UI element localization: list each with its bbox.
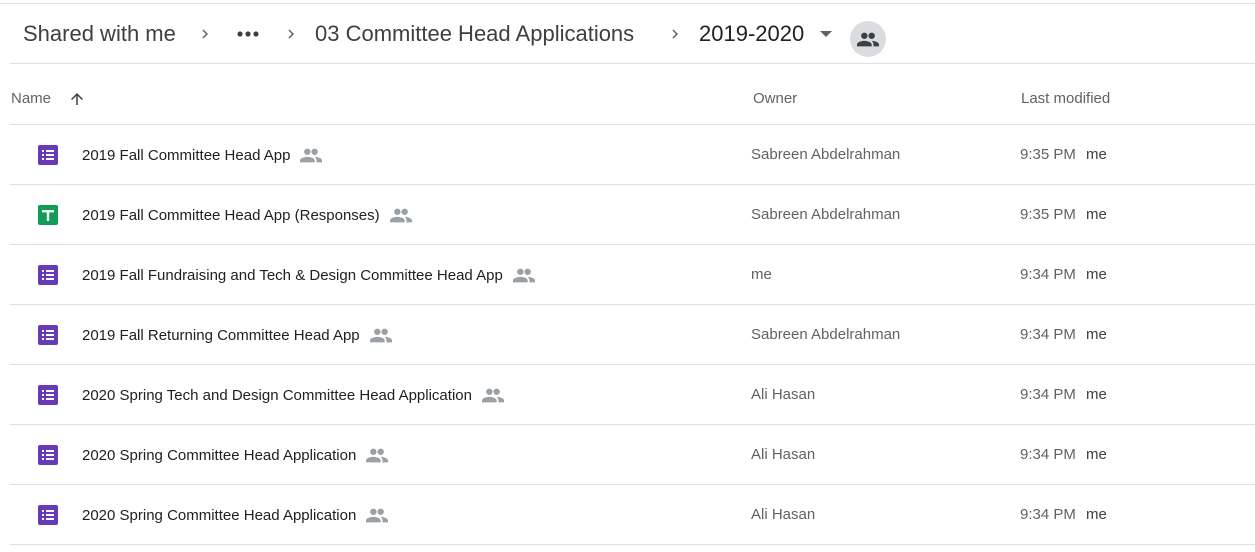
chevron-right-icon	[202, 29, 208, 39]
file-name-cell: 2019 Fall Committee Head App (Responses)	[82, 185, 412, 245]
file-last-modified: 9:34 PM	[1020, 326, 1076, 343]
file-modified-by: me	[1086, 206, 1107, 223]
file-owner: Sabreen Abdelrahman	[751, 146, 901, 163]
file-owner: me	[751, 266, 772, 283]
table-row[interactable]: 2020 Spring Committee Head Application A…	[10, 485, 1255, 545]
file-name-cell: 2020 Spring Committee Head Application	[82, 425, 389, 485]
file-name[interactable]: 2020 Spring Committee Head Application	[82, 447, 356, 464]
file-list: 2019 Fall Committee Head App Sabreen Abd…	[10, 125, 1255, 545]
file-owner: Sabreen Abdelrahman	[751, 326, 901, 343]
file-last-modified: 9:35 PM	[1020, 206, 1076, 223]
file-modified-by: me	[1086, 446, 1107, 463]
table-row[interactable]: 2020 Spring Committee Head Application A…	[10, 425, 1255, 485]
table-row[interactable]: 2019 Fall Returning Committee Head App S…	[10, 305, 1255, 365]
file-owner: Ali Hasan	[751, 506, 816, 523]
file-modified-by: me	[1086, 266, 1107, 283]
google-forms-icon	[38, 385, 58, 405]
file-name-cell: 2020 Spring Tech and Design Committee He…	[82, 365, 504, 425]
shared-folder-icon[interactable]	[850, 21, 886, 57]
breadcrumb: Shared with me 03 Committee Head Applica…	[0, 4, 1255, 64]
file-name[interactable]: 2020 Spring Tech and Design Committee He…	[82, 387, 472, 404]
chevron-right-icon	[672, 29, 678, 39]
file-name[interactable]: 2019 Fall Committee Head App (Responses)	[82, 207, 380, 224]
more-horiz-icon[interactable]	[235, 24, 261, 44]
arrow-upward-icon[interactable]	[68, 90, 86, 108]
file-last-modified: 9:34 PM	[1020, 506, 1076, 523]
file-owner: Sabreen Abdelrahman	[751, 206, 901, 223]
file-name-cell: 2019 Fall Fundraising and Tech & Design …	[82, 245, 535, 305]
google-forms-icon	[38, 145, 58, 165]
file-name[interactable]: 2019 Fall Returning Committee Head App	[82, 327, 360, 344]
file-name-cell: 2019 Fall Committee Head App	[82, 125, 323, 185]
breadcrumb-current-folder[interactable]: 2019-2020	[699, 4, 804, 64]
people-icon	[366, 448, 389, 463]
file-name[interactable]: 2019 Fall Committee Head App	[82, 147, 290, 164]
table-row[interactable]: 2019 Fall Fundraising and Tech & Design …	[10, 245, 1255, 305]
google-sheets-icon	[38, 205, 58, 225]
file-modified-by: me	[1086, 146, 1107, 163]
people-icon	[366, 508, 389, 523]
table-row[interactable]: 2020 Spring Tech and Design Committee He…	[10, 365, 1255, 425]
file-last-modified: 9:34 PM	[1020, 266, 1076, 283]
google-forms-icon	[38, 505, 58, 525]
file-owner: Ali Hasan	[751, 446, 816, 463]
file-last-modified: 9:34 PM	[1020, 446, 1076, 463]
arrow-drop-down-icon[interactable]	[820, 31, 832, 37]
file-modified-by: me	[1086, 386, 1107, 403]
chevron-right-icon	[288, 29, 294, 39]
google-forms-icon	[38, 265, 58, 285]
file-name[interactable]: 2020 Spring Committee Head Application	[82, 507, 356, 524]
file-name-cell: 2020 Spring Committee Head Application	[82, 485, 389, 545]
google-forms-icon	[38, 325, 58, 345]
people-icon	[300, 148, 323, 163]
file-modified-by: me	[1086, 326, 1107, 343]
table-row[interactable]: 2019 Fall Committee Head App (Responses)…	[10, 185, 1255, 245]
file-owner: Ali Hasan	[751, 386, 816, 403]
people-icon	[369, 328, 392, 343]
people-icon	[857, 32, 879, 47]
table-row[interactable]: 2019 Fall Committee Head App Sabreen Abd…	[10, 125, 1255, 185]
breadcrumb-parent-folder[interactable]: 03 Committee Head Applications	[315, 4, 634, 64]
file-name[interactable]: 2019 Fall Fundraising and Tech & Design …	[82, 267, 503, 284]
file-name-cell: 2019 Fall Returning Committee Head App	[82, 305, 392, 365]
file-modified-by: me	[1086, 506, 1107, 523]
file-last-modified: 9:34 PM	[1020, 386, 1076, 403]
people-icon	[389, 208, 412, 223]
file-last-modified: 9:35 PM	[1020, 146, 1076, 163]
people-icon	[481, 388, 504, 403]
table-header: Name Owner Last modified	[0, 64, 1255, 124]
breadcrumb-shared-with-me[interactable]: Shared with me	[23, 4, 176, 64]
people-icon	[512, 268, 535, 283]
google-forms-icon	[38, 445, 58, 465]
